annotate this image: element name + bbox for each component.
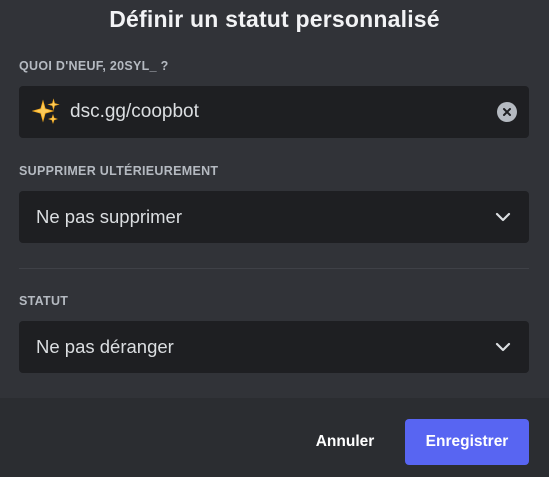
custom-status-modal: Définir un statut personnalisé QUOI D'NE… bbox=[0, 0, 549, 477]
clear-after-value: Ne pas supprimer bbox=[36, 206, 183, 227]
chevron-down-icon bbox=[494, 338, 512, 356]
modal-title: Définir un statut personnalisé bbox=[109, 6, 440, 32]
custom-status-field[interactable]: dsc.gg/coopbot bbox=[19, 86, 529, 138]
clear-after-select[interactable]: Ne pas supprimer bbox=[19, 191, 529, 243]
custom-status-input[interactable]: dsc.gg/coopbot bbox=[70, 101, 497, 123]
modal-footer: Annuler Enregistrer bbox=[0, 398, 549, 477]
cancel-button[interactable]: Annuler bbox=[300, 419, 390, 465]
status-label: STATUT bbox=[19, 294, 69, 308]
save-button[interactable]: Enregistrer bbox=[405, 419, 529, 465]
section-divider bbox=[19, 268, 529, 269]
status-select[interactable]: Ne pas déranger bbox=[19, 321, 529, 373]
status-value: Ne pas déranger bbox=[36, 336, 174, 357]
clear-after-label: SUPPRIMER ULTÉRIEUREMENT bbox=[19, 164, 219, 178]
sparkles-icon[interactable] bbox=[31, 97, 61, 127]
chevron-down-icon bbox=[494, 208, 512, 226]
custom-status-label: QUOI D'NEUF, 20SYL_ ? bbox=[19, 59, 169, 73]
clear-status-icon[interactable] bbox=[497, 102, 517, 122]
